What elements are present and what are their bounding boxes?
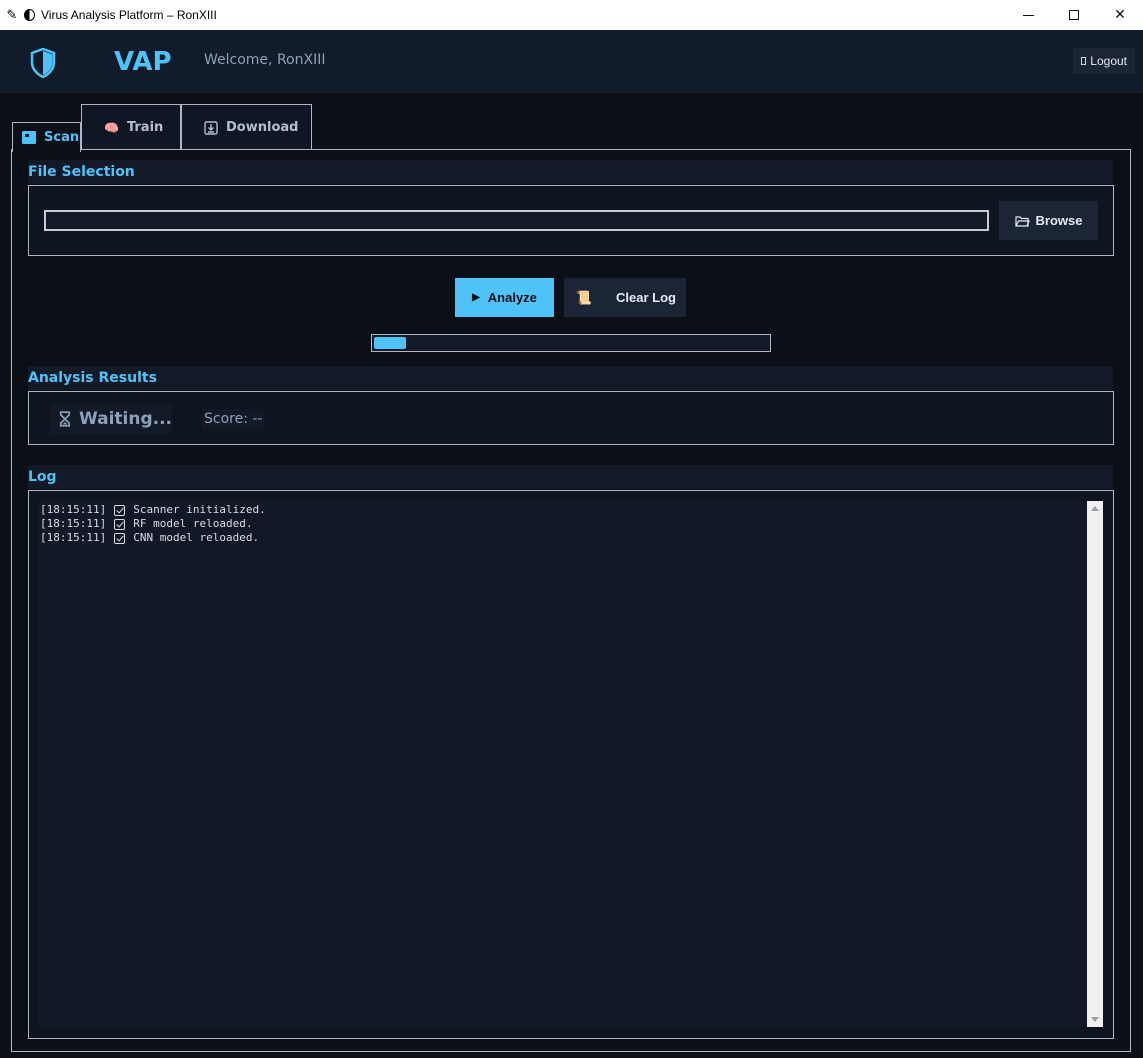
maximize-button[interactable] [1051, 0, 1097, 30]
file-path-input[interactable] [44, 210, 989, 231]
log-output[interactable]: [18:15:11] Scanner initialized. [18:15:1… [38, 501, 1087, 1027]
progress-fill [374, 337, 406, 349]
minimize-button[interactable] [1005, 0, 1051, 30]
minimize-icon [1022, 14, 1034, 16]
log-time: [18:15:11] [40, 531, 107, 544]
close-icon: ✕ [1114, 7, 1126, 23]
log-time: [18:15:11] [40, 503, 107, 516]
checkbox-icon [114, 504, 126, 516]
scroll-icon: 📜 [575, 289, 593, 305]
browse-button[interactable]: Browse [999, 201, 1098, 240]
window-titlebar: ✎ Virus Analysis Platform – RonXIII ✕ [0, 0, 1143, 30]
close-button[interactable]: ✕ [1097, 0, 1143, 30]
analyze-button[interactable]: ▶ Analyze [455, 278, 554, 317]
scroll-down-icon[interactable] [1091, 1017, 1099, 1022]
analysis-progress-bar [371, 334, 771, 352]
log-entry: [18:15:11] Scanner initialized. [40, 503, 1085, 517]
scan-icon [22, 131, 36, 144]
log-time: [18:15:11] [40, 517, 107, 530]
folder-icon [1014, 215, 1030, 227]
hourglass-icon [59, 411, 71, 427]
analysis-results-box [28, 391, 1114, 445]
tab-scan[interactable]: Scan [12, 122, 81, 152]
logout-label: Logout [1090, 54, 1127, 68]
clear-log-label: Clear Log [616, 290, 676, 305]
tab-download-label: Download [226, 120, 299, 135]
browse-label: Browse [1035, 213, 1083, 228]
checkbox-icon [114, 532, 126, 544]
log-message: CNN model reloaded. [133, 531, 260, 544]
log-message: RF model reloaded. [133, 517, 253, 530]
welcome-text: Welcome, RonXIII [204, 52, 326, 68]
download-icon [204, 120, 218, 135]
status-text: Waiting... [78, 409, 172, 429]
log-scrollbar[interactable] [1087, 501, 1103, 1027]
shield-logo-icon [30, 48, 56, 78]
file-selection-title: File Selection [28, 160, 1113, 184]
logout-button[interactable]: Logout [1073, 48, 1135, 74]
window-title: Virus Analysis Platform – RonXIII [41, 8, 217, 22]
checkbox-icon [114, 518, 126, 530]
tab-scan-label: Scan [44, 130, 80, 145]
window-controls: ✕ [1005, 0, 1143, 30]
log-entry: [18:15:11] CNN model reloaded. [40, 531, 1085, 545]
status-indicator: Waiting... [51, 404, 172, 434]
clear-log-button[interactable]: 📜 Clear Log [564, 278, 686, 317]
maximize-icon [1069, 10, 1079, 20]
brand-title: VAP [114, 47, 172, 77]
log-message: Scanner initialized. [133, 503, 266, 516]
log-entry: [18:15:11] RF model reloaded. [40, 517, 1085, 531]
brain-icon: 🧠 [104, 120, 119, 135]
log-title: Log [28, 465, 1113, 489]
tab-download[interactable]: Download [181, 104, 312, 150]
app-shield-icon [24, 9, 35, 21]
feather-icon: ✎ [6, 7, 18, 23]
door-icon [1081, 57, 1087, 65]
tab-train[interactable]: 🧠 Train [81, 104, 181, 150]
scroll-up-icon[interactable] [1091, 506, 1099, 511]
tab-train-label: Train [126, 120, 164, 135]
play-icon: ▶ [472, 292, 480, 303]
app-header: VAP Welcome, RonXIII Logout [0, 30, 1143, 93]
analysis-results-title: Analysis Results [28, 366, 1113, 390]
analyze-label: Analyze [487, 290, 537, 305]
score-label: Score: -- [202, 409, 265, 429]
titlebar-icons: ✎ [6, 7, 35, 23]
